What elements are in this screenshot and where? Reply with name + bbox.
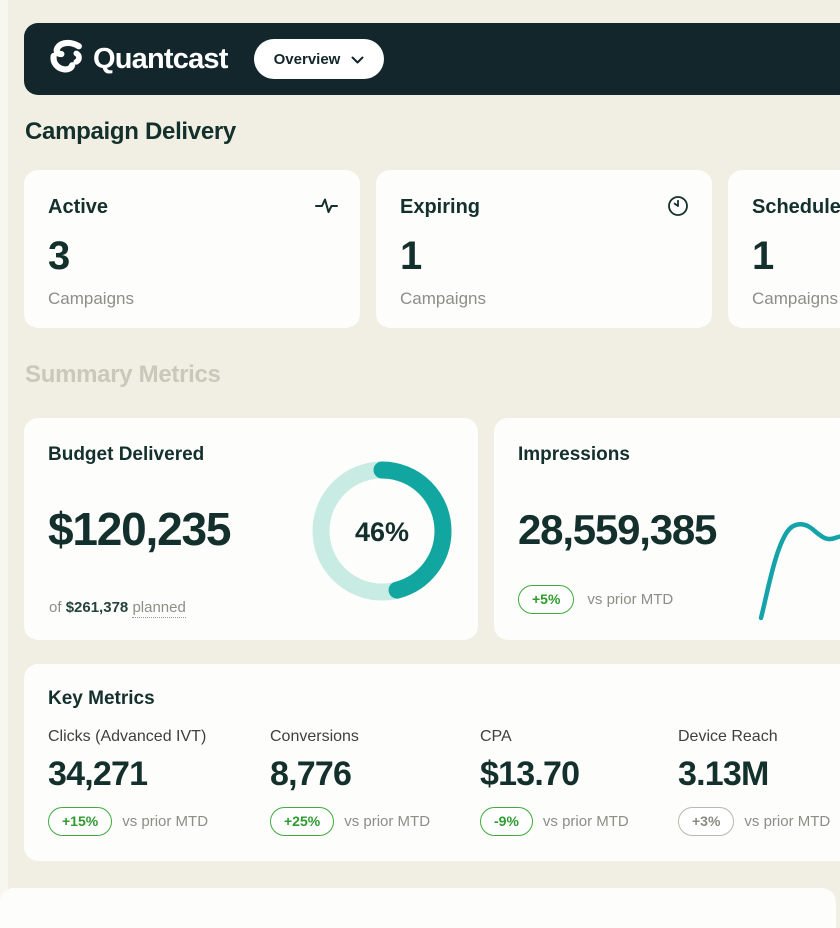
metric-value: 34,271 [48, 755, 208, 794]
metric-label: CPA [480, 728, 629, 746]
compare-label: vs prior MTD [744, 813, 830, 830]
chevron-down-icon [351, 51, 364, 68]
card-unit: Campaigns [752, 289, 840, 309]
change-badge: +15% [48, 807, 112, 836]
brand-name: Quantcast [93, 43, 228, 76]
compare-label: vs prior MTD [543, 813, 629, 830]
clock-icon [666, 194, 690, 218]
overview-dropdown-label: Overview [274, 51, 341, 68]
metric-cpa: CPA $13.70 -9% vs prior MTD [480, 728, 629, 836]
delivery-card-scheduled[interactable]: Scheduled 1 Campaigns [728, 170, 840, 328]
metric-conversions: Conversions 8,776 +25% vs prior MTD [270, 728, 430, 836]
impressions-value: 28,559,385 [518, 506, 716, 554]
card-title: Budget Delivered [48, 444, 204, 466]
section-title-campaign-delivery: Campaign Delivery [25, 118, 236, 146]
budget-delivered-card[interactable]: Budget Delivered $120,235 of $261,378 pl… [24, 418, 478, 640]
card-title: Scheduled [752, 196, 840, 219]
budget-of-label: of [49, 599, 62, 616]
card-title: Impressions [518, 444, 630, 466]
card-value: 3 [48, 234, 336, 279]
change-badge: +25% [270, 807, 334, 836]
metric-label: Clicks (Advanced IVT) [48, 728, 208, 746]
metric-label: Conversions [270, 728, 430, 746]
impressions-card[interactable]: Impressions 28,559,385 +5% vs prior MTD [494, 418, 840, 640]
quantcast-logo-icon [47, 38, 84, 80]
compare-label: vs prior MTD [344, 813, 430, 830]
budget-planned-line: of $261,378 planned [49, 599, 186, 616]
card-value: 1 [752, 234, 840, 279]
impressions-compare-row: +5% vs prior MTD [518, 585, 673, 614]
delivery-card-expiring[interactable]: Expiring 1 Campaigns [376, 170, 712, 328]
key-metrics-card: Key Metrics Clicks (Advanced IVT) 34,271… [24, 664, 840, 861]
budget-donut-chart: 46% [306, 455, 458, 607]
change-badge: -9% [480, 807, 533, 836]
change-badge: +3% [678, 807, 734, 836]
donut-percent-label: 46% [355, 517, 409, 547]
budget-planned-link[interactable]: planned [132, 599, 185, 618]
brand: Quantcast [47, 38, 228, 80]
overview-dropdown[interactable]: Overview [254, 39, 385, 79]
compare-label: vs prior MTD [122, 813, 208, 830]
metric-clicks: Clicks (Advanced IVT) 34,271 +15% vs pri… [48, 728, 208, 836]
delivery-card-active[interactable]: Active 3 Campaigns [24, 170, 360, 328]
budget-amount: $120,235 [48, 502, 230, 556]
metric-value: 3.13M [678, 755, 830, 794]
card-value: 1 [400, 234, 688, 279]
metric-value: 8,776 [270, 755, 430, 794]
next-section-card-peek [0, 888, 836, 928]
card-unit: Campaigns [400, 289, 688, 309]
change-badge: +5% [518, 585, 574, 614]
impressions-sparkline-chart [752, 516, 840, 640]
budget-planned-amount: $261,378 [66, 599, 129, 616]
page-left-strip [0, 0, 8, 909]
card-title: Key Metrics [48, 688, 155, 710]
sparkline-path [761, 524, 840, 618]
card-title: Active [48, 196, 336, 219]
card-title: Expiring [400, 196, 688, 219]
activity-icon [314, 194, 338, 218]
metric-value: $13.70 [480, 755, 629, 794]
compare-label: vs prior MTD [587, 591, 673, 608]
metric-device-reach: Device Reach 3.13M +3% vs prior MTD [678, 728, 830, 836]
app-header: Quantcast Overview [24, 23, 840, 95]
section-title-summary-metrics: Summary Metrics [25, 361, 221, 389]
metric-label: Device Reach [678, 728, 830, 746]
card-unit: Campaigns [48, 289, 336, 309]
